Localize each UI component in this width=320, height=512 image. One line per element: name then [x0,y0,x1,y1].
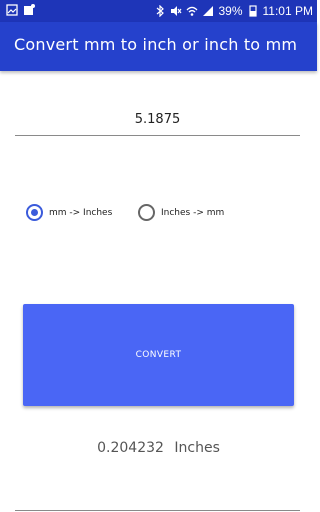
radio-checked-icon[interactable] [26,204,43,221]
result-display: 0.204232 Inches [0,440,317,456]
conversion-direction-group: mm -> Inches Inches -> mm [26,204,306,224]
app-bar: Convert mm to inch or inch to mm [0,22,317,71]
value-input[interactable] [15,100,300,136]
convert-button[interactable]: CONVERT [23,304,294,406]
battery-icon [248,5,257,17]
image-notification-icon [6,4,18,16]
radio-inches-to-mm[interactable]: Inches -> mm [138,204,224,221]
app-notification-icon [24,4,35,15]
battery-percent: 39% [218,4,243,18]
status-time: 11:01 PM [262,4,313,18]
result-unit: Inches [174,440,220,456]
radio-label-inches-to-mm: Inches -> mm [161,207,225,218]
signal-icon [203,6,214,16]
status-bar: 39% 11:01 PM [0,0,317,22]
wifi-icon [187,6,198,16]
radio-label-mm-to-inches: mm -> Inches [49,207,113,218]
bottom-divider [15,510,300,511]
radio-unchecked-icon[interactable] [138,204,155,221]
result-value: 0.204232 [97,440,164,456]
radio-mm-to-inches[interactable]: mm -> Inches [26,204,112,221]
bluetooth-icon [157,5,165,17]
mute-icon [171,6,182,16]
app-title: Convert mm to inch or inch to mm [14,35,298,54]
